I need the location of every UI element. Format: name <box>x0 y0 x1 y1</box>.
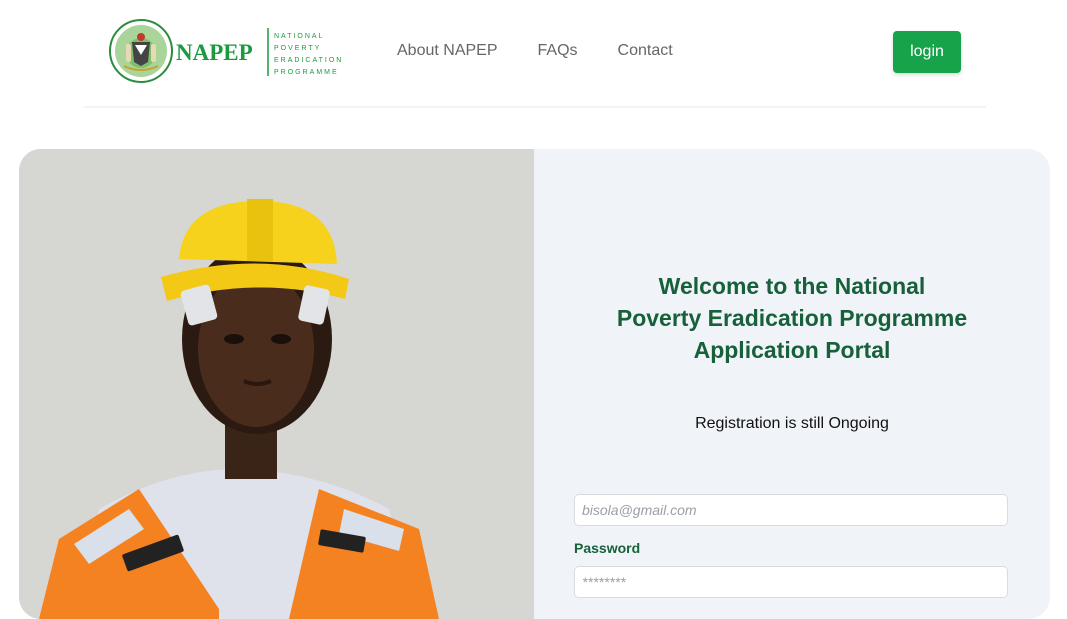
logo-tagline-4: PROGRAMME <box>274 69 339 76</box>
login-button[interactable]: login <box>893 31 961 73</box>
nav-faqs[interactable]: FAQs <box>538 42 578 60</box>
login-panel: Welcome to the National Poverty Eradicat… <box>534 149 1050 619</box>
password-input[interactable] <box>574 566 1008 598</box>
email-input[interactable] <box>574 494 1008 526</box>
welcome-line-3: Application Portal <box>693 337 891 363</box>
nav-about-napep[interactable]: About NAPEP <box>397 42 498 60</box>
welcome-line-1: Welcome to the National <box>658 273 926 299</box>
site-header: NAPEP NATIONAL POVERTY ERADICATION PROGR… <box>84 0 986 108</box>
logo-tagline-1: NATIONAL <box>274 33 325 40</box>
registration-status: Registration is still Ongoing <box>695 415 889 432</box>
main-nav: About NAPEP FAQs Contact <box>397 42 673 60</box>
logo-tagline-3: ERADICATION <box>274 57 343 64</box>
hero-photo <box>19 149 534 619</box>
logo-tagline-2: POVERTY <box>274 45 321 52</box>
welcome-line-2: Poverty Eradication Programme <box>616 305 968 331</box>
napep-logo[interactable]: NAPEP NATIONAL POVERTY ERADICATION PROGR… <box>108 18 363 84</box>
welcome-heading: Welcome to the National Poverty Eradicat… <box>534 270 1050 366</box>
worker-illustration <box>19 149 534 619</box>
portal-card: Welcome to the National Poverty Eradicat… <box>19 149 1050 619</box>
nav-contact[interactable]: Contact <box>618 42 673 60</box>
password-label: Password <box>574 540 641 556</box>
logo-brand: NAPEP <box>176 40 253 65</box>
